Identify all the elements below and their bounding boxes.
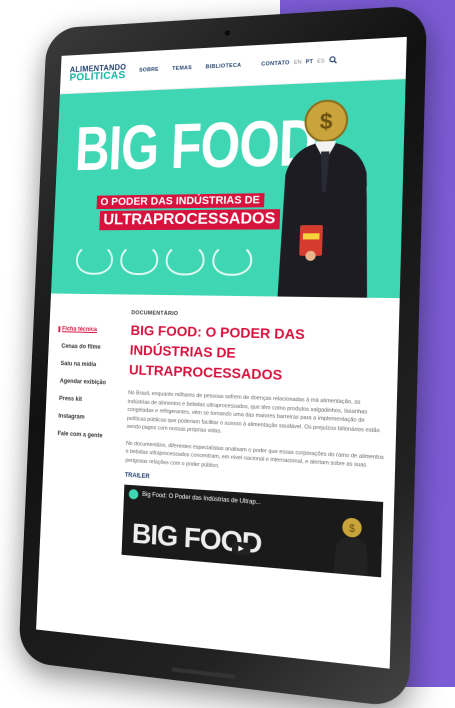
video-thumbnail-image: $ — [333, 517, 370, 577]
laurel-icon — [75, 243, 114, 275]
tablet-screen: ALIMENTANDO POLÍTICAS SOBRE TEMAS BIBLIO… — [36, 36, 407, 669]
sidebar-item-agendar-exibicao[interactable]: Agendar exibição — [60, 379, 118, 387]
page-content: Ficha técnica Cenas do filme Saiu na míd… — [40, 293, 400, 578]
sidebar-item-press-kit[interactable]: Press kit — [59, 396, 117, 404]
lang-pt[interactable]: PT — [306, 59, 313, 65]
hero-banner: BIG FOOD O PODER DAS INDÚSTRIAS DE ULTRA… — [51, 79, 406, 299]
sidebar-item-cenas-do-filme[interactable]: Cenas do filme — [61, 344, 118, 351]
festival-laurels — [75, 243, 253, 276]
sidebar: Ficha técnica Cenas do filme Saiu na míd… — [52, 305, 120, 554]
play-icon[interactable]: ▶ — [231, 541, 251, 556]
main-article: DOCUMENTÁRIO BIG FOOD: O PODER DAS INDÚS… — [121, 306, 389, 578]
tablet-device: ALIMENTANDO POLÍTICAS SOBRE TEMAS BIBLIO… — [18, 4, 428, 708]
page-title: BIG FOOD: O PODER DAS INDÚSTRIAS DE ULTR… — [128, 322, 305, 383]
paragraph-1: No Brasil, enquanto milhares de pessoas … — [126, 390, 380, 435]
logo-line-2: POLÍTICAS — [69, 69, 126, 84]
nav-link-contato[interactable]: CONTATO — [261, 60, 290, 67]
sidebar-item-ficha-tecnica[interactable]: Ficha técnica — [58, 326, 120, 334]
nav-right-group: CONTATO EN PT ES — [261, 56, 337, 70]
search-icon[interactable] — [329, 56, 338, 67]
sidebar-item-saiu-na-midia[interactable]: Saiu na mídia — [60, 361, 118, 369]
lang-es[interactable]: ES — [317, 58, 325, 64]
video-title[interactable]: Big Food: O Poder das Indústrias de Ultr… — [142, 492, 261, 506]
hero-subtitle-2: ULTRAPROCESSADOS — [99, 209, 280, 231]
laurel-icon — [165, 243, 206, 276]
sidebar-item-fale-com-a-gente[interactable]: Fale com a gente — [57, 431, 115, 440]
suited-man-coin-head-image: $ — [277, 88, 372, 299]
site-logo[interactable]: ALIMENTANDO POLÍTICAS — [69, 63, 126, 84]
channel-avatar[interactable] — [128, 488, 139, 500]
nav-link-sobre[interactable]: SOBRE — [139, 67, 159, 74]
sidebar-item-instagram[interactable]: Instagram — [58, 414, 116, 423]
hero-subtitle-1: O PODER DAS INDÚSTRIAS DE — [96, 193, 265, 210]
nav-link-biblioteca[interactable]: BIBLIOTECA — [205, 63, 241, 71]
svg-text:$: $ — [319, 110, 333, 135]
category-label: DOCUMENTÁRIO — [131, 310, 179, 318]
laurel-icon — [119, 243, 159, 276]
laurel-icon — [211, 243, 253, 276]
trailer-video-player[interactable]: Big Food: O Poder das Indústrias de Ultr… — [121, 484, 384, 578]
lang-en[interactable]: EN — [294, 60, 302, 66]
nav-link-temas[interactable]: TEMAS — [172, 65, 192, 72]
